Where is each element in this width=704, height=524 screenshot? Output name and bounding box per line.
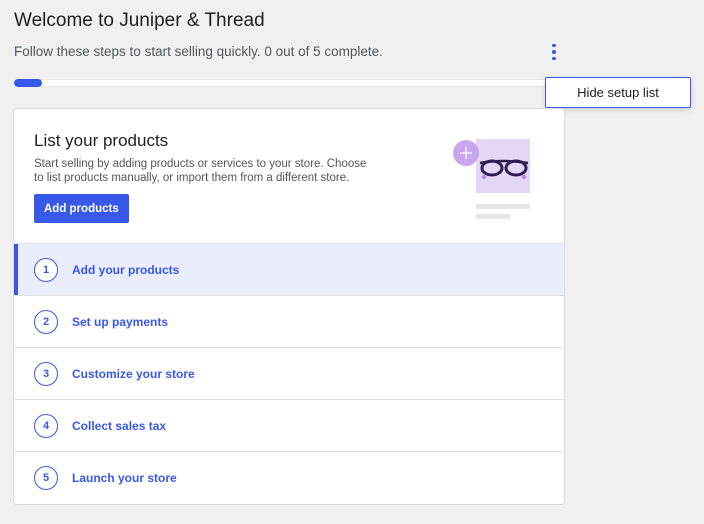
step-number-badge: 4 bbox=[34, 413, 58, 438]
step-number-badge: 2 bbox=[34, 309, 58, 334]
step-label: Set up payments bbox=[72, 314, 169, 329]
hide-setup-list-menu-item[interactable]: Hide setup list bbox=[545, 77, 691, 108]
setup-step-payments[interactable]: 2 Set up payments bbox=[14, 296, 564, 348]
progress-bar bbox=[14, 79, 565, 87]
setup-step-add-products[interactable]: 1 Add your products bbox=[14, 244, 564, 296]
dot bbox=[552, 56, 556, 61]
progress-bar-fill bbox=[14, 79, 42, 87]
task-detail-panel: List your products Start selling by addi… bbox=[14, 109, 564, 244]
page-title: Welcome to Juniper & Thread bbox=[14, 10, 265, 31]
step-number-badge: 3 bbox=[34, 361, 58, 386]
setup-step-customize-store[interactable]: 3 Customize your store bbox=[14, 348, 564, 400]
step-label: Collect sales tax bbox=[72, 418, 167, 433]
task-title: List your products bbox=[34, 131, 169, 150]
setup-step-launch-store[interactable]: 5 Launch your store bbox=[14, 452, 564, 504]
step-number-badge: 5 bbox=[34, 466, 58, 490]
dot bbox=[552, 50, 556, 54]
setup-card: List your products Start selling by addi… bbox=[13, 108, 565, 505]
progress-summary: Follow these steps to start selling quic… bbox=[14, 44, 383, 59]
more-options-icon[interactable] bbox=[546, 40, 562, 64]
add-products-button[interactable]: Add products bbox=[34, 194, 129, 223]
step-label: Add your products bbox=[72, 262, 180, 277]
step-label: Launch your store bbox=[72, 471, 177, 485]
setup-step-sales-tax[interactable]: 4 Collect sales tax bbox=[14, 400, 564, 452]
glasses-illustration-icon bbox=[453, 139, 530, 219]
step-label: Customize your store bbox=[72, 366, 195, 381]
task-description: Start selling by adding products or serv… bbox=[34, 158, 367, 184]
dot bbox=[552, 43, 556, 48]
step-number-badge: 1 bbox=[34, 257, 58, 282]
